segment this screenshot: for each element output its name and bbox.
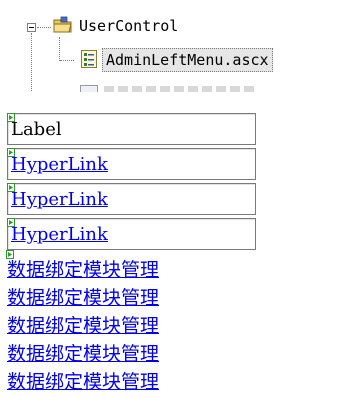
hyperlink-control-text[interactable]: HyperLink [11,187,108,213]
tree-item-usercontrol[interactable]: UserControl [79,16,178,36]
menu-link-list: 数据绑定模块管理 数据绑定模块管理 数据绑定模块管理 数据绑定模块管理 数据绑定… [7,256,159,396]
menu-link[interactable]: 数据绑定模块管理 [7,315,159,337]
menu-link[interactable]: 数据绑定模块管理 [7,343,159,365]
tree-connector [60,60,74,61]
collapse-toggle-icon[interactable] [27,23,36,32]
design-surface: Label HyperLink HyperLink HyperLink 数据绑定… [0,92,358,412]
list-item: 数据绑定模块管理 [7,312,159,340]
tree-connector [59,37,60,61]
list-item: 数据绑定模块管理 [7,368,159,396]
solution-explorer-tree: UserControl AdminLeftMenu.ascx [0,0,358,92]
hyperlink-control[interactable]: HyperLink [7,183,256,215]
tree-item-selected-file[interactable]: AdminLeftMenu.ascx [102,48,273,72]
user-control-file-icon[interactable] [80,49,98,69]
label-control-text: Label [11,119,62,140]
hyperlink-control[interactable]: HyperLink [7,148,256,180]
hyperlink-control-text[interactable]: HyperLink [11,152,108,178]
file-icon[interactable] [80,85,98,92]
folder-open-icon[interactable] [53,16,73,34]
list-item: 数据绑定模块管理 [7,340,159,368]
tree-connector [37,27,51,28]
label-control[interactable]: Label [7,113,256,145]
menu-link[interactable]: 数据绑定模块管理 [7,259,159,281]
menu-link[interactable]: 数据绑定模块管理 [7,287,159,309]
menu-link[interactable]: 数据绑定模块管理 [7,371,159,393]
hyperlink-control-text[interactable]: HyperLink [11,222,108,248]
tree-connector [31,33,32,91]
hyperlink-control[interactable]: HyperLink [7,218,256,250]
list-item: 数据绑定模块管理 [7,256,159,284]
list-item: 数据绑定模块管理 [7,284,159,312]
